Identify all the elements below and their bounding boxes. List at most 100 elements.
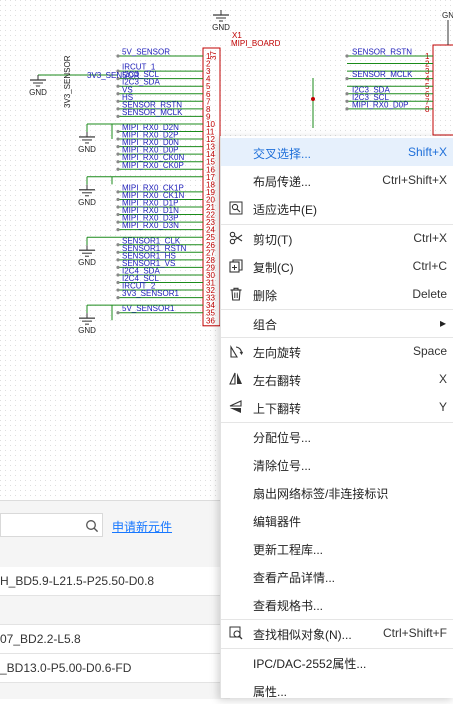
menu-item-flip-vertical[interactable]: 上下翻转 Y <box>221 393 453 421</box>
net-label: SENSOR_MCLK <box>352 70 413 79</box>
menu-item-label: 布局传递... <box>253 175 312 189</box>
menu-item-fanout-net-labels[interactable]: 扇出网络标签/非连接标识 <box>221 478 453 506</box>
net-label-end <box>116 243 120 247</box>
net-label-end <box>116 137 120 141</box>
menu-item-properties[interactable]: 属性... <box>221 676 453 704</box>
menu-item-label: 复制(C) <box>253 261 294 275</box>
trash-icon <box>230 287 242 301</box>
menu-item-shortcut: Y <box>438 400 447 414</box>
menu-item-cross-select[interactable]: 交叉选择... Shift+X <box>221 138 453 166</box>
menu-item-label: 更新工程库... <box>253 543 324 557</box>
library-panel: 申请新元件 H_BD5.9-L21.5-P25.50-D0.8 07_BD2.2… <box>0 500 230 699</box>
menu-item-fit-selection[interactable]: 适应选中(E) <box>221 194 453 222</box>
menu-item-shortcut: Ctrl+C <box>412 259 447 273</box>
component-row[interactable]: H_BD5.9-L21.5-P25.50-D0.8 <box>0 567 230 596</box>
menu-item-cut[interactable]: 剪切(T) Ctrl+X <box>221 224 453 252</box>
menu-item-label: 交叉选择... <box>253 147 312 161</box>
net-label-end <box>345 77 349 81</box>
component-row[interactable] <box>0 596 230 625</box>
gnd-label: GND <box>212 23 230 32</box>
flip-vertical-icon <box>229 400 242 413</box>
menu-item-label: 清除位号... <box>253 459 312 473</box>
menu-item-find-similar[interactable]: 查找相似对象(N)... Ctrl+Shift+F <box>221 619 453 647</box>
net-label: MIPI_RX0_D3N <box>122 221 179 230</box>
menu-item-ipc-dac-properties[interactable]: IPC/DAC-2552属性... <box>221 648 453 676</box>
menu-item-label: 编辑器件 <box>253 515 302 529</box>
menu-item-label: 上下翻转 <box>253 402 302 416</box>
net-label-end <box>116 84 120 88</box>
submenu-arrow-icon: ▸ <box>439 316 446 330</box>
menu-item-copy[interactable]: 复制(C) Ctrl+C <box>221 252 453 280</box>
net-label: SENSOR_RSTN <box>352 48 412 57</box>
net-label-end <box>116 296 120 300</box>
menu-item-label: 查看规格书... <box>253 599 324 613</box>
junction-dot <box>311 97 315 101</box>
component-row[interactable]: 07_BD2.2-L5.8 <box>0 625 230 654</box>
menu-item-layout-transfer[interactable]: 布局传递... Ctrl+Shift+X <box>221 166 453 194</box>
net-label: 3V3_SENSOR1 <box>122 289 179 298</box>
menu-item-label: IPC/DAC-2552属性... <box>253 657 367 671</box>
net-label: MIPI_RX0_CK0P <box>122 161 184 170</box>
net-label-end <box>116 250 120 254</box>
net-label: 5V_SENSOR <box>122 48 170 57</box>
menu-item-assign-designator[interactable]: 分配位号... <box>221 422 453 450</box>
menu-item-shortcut: Ctrl+Shift+F <box>382 626 447 640</box>
menu-item-shortcut: Space <box>412 344 447 358</box>
net-label-end <box>345 107 349 111</box>
menu-item-label: 查看产品详情... <box>253 571 336 585</box>
net-label-end <box>116 107 120 111</box>
library-search-input[interactable] <box>0 513 103 537</box>
net-label-end <box>116 205 120 209</box>
fit-selection-icon <box>229 201 243 215</box>
menu-item-flip-horizontal[interactable]: 左右翻转 X <box>221 365 453 393</box>
net-label-end <box>116 258 120 262</box>
net-label-end <box>345 92 349 96</box>
net-label-end <box>116 54 120 58</box>
net-label-vertical: 3V3_SENSOR <box>63 55 72 108</box>
menu-item-shortcut: Shift+X <box>407 145 447 159</box>
menu-item-clear-designator[interactable]: 清除位号... <box>221 450 453 478</box>
net-label-end <box>345 54 349 58</box>
search-icon[interactable] <box>85 519 99 533</box>
menu-item-label: 查找相似对象(N)... <box>253 628 352 642</box>
menu-item-view-product-details[interactable]: 查看产品详情... <box>221 562 453 590</box>
menu-item-label: 适应选中(E) <box>253 203 317 217</box>
net-label-end <box>116 190 120 194</box>
menu-item-label: 左右翻转 <box>253 374 302 388</box>
net-label-end <box>116 152 120 156</box>
net-label-end <box>116 288 120 292</box>
menu-item-view-datasheet[interactable]: 查看规格书... <box>221 590 453 618</box>
component-list: H_BD5.9-L21.5-P25.50-D0.8 07_BD2.2-L5.8 … <box>0 567 230 683</box>
net-label-end <box>116 280 120 285</box>
gnd-label: GND <box>78 326 96 335</box>
menu-item-edit-component[interactable]: 编辑器件 <box>221 506 453 534</box>
menu-item-delete[interactable]: 删除 Delete <box>221 280 453 308</box>
menu-item-label: 组合 <box>253 318 278 332</box>
menu-item-label: 分配位号... <box>253 431 312 445</box>
gnd-label: GND <box>78 145 96 154</box>
library-search-row: 申请新元件 <box>0 511 230 541</box>
apply-new-component-link[interactable]: 申请新元件 <box>112 518 172 535</box>
net-label-end <box>116 212 120 217</box>
net-label-end <box>116 99 120 103</box>
copy-icon <box>229 259 243 273</box>
net-label-end <box>116 145 120 149</box>
net-label-end <box>116 197 120 202</box>
menu-item-label: 剪切(T) <box>253 233 293 247</box>
net-label-end <box>116 92 120 96</box>
net-label: 3V3_SENSOR <box>87 71 140 80</box>
net-label-end <box>116 273 120 277</box>
find-similar-icon <box>229 626 243 640</box>
pin-number: 36 <box>206 316 215 325</box>
net-label-end <box>116 114 120 118</box>
menu-item-shortcut: Ctrl+Shift+X <box>382 173 447 187</box>
menu-item-update-project-library[interactable]: 更新工程库... <box>221 534 453 562</box>
menu-item-shortcut: Ctrl+X <box>413 231 447 245</box>
menu-item-group[interactable]: 组合 ▸ <box>221 309 453 337</box>
menu-item-label: 属性... <box>253 685 288 699</box>
net-label-end <box>116 228 120 232</box>
component-row[interactable]: _BD13.0-P5.00-D0.6-FD <box>0 654 230 683</box>
menu-item-rotate-left[interactable]: 左向旋转 Space <box>221 337 453 365</box>
gnd-label: GND <box>442 11 453 20</box>
net-label: MIPI_RX0_D0P <box>352 100 408 109</box>
